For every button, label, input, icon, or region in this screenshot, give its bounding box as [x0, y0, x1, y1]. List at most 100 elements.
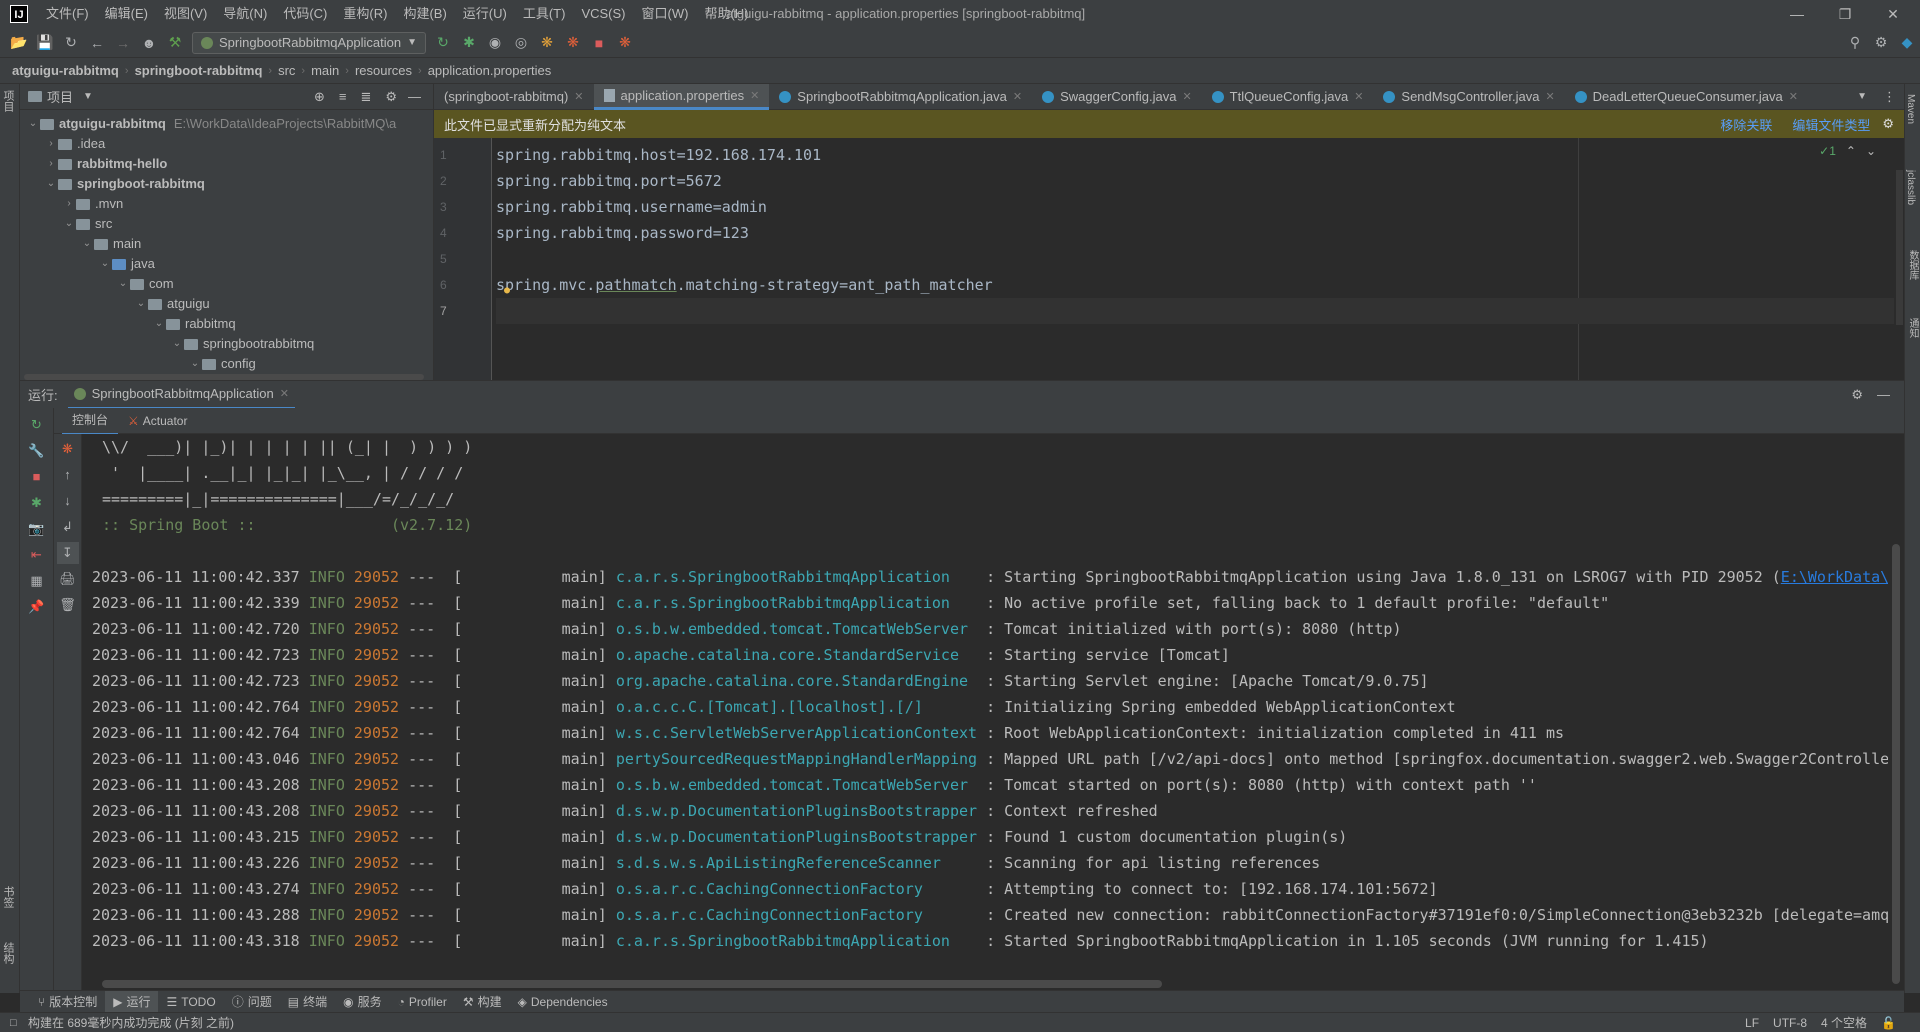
code-line[interactable]: spring.rabbitmq.password=123: [496, 220, 1896, 246]
search-everywhere-icon[interactable]: ⚲: [1844, 32, 1866, 54]
exit-icon[interactable]: ⇤: [26, 544, 48, 566]
menu-item[interactable]: 编辑(E): [97, 0, 156, 28]
chevron-down-icon[interactable]: ⌄: [1866, 144, 1876, 158]
tree-node[interactable]: ⌄ springbootrabbitmq: [20, 334, 433, 354]
project-title[interactable]: 项目: [47, 87, 73, 106]
chevron-right-icon[interactable]: ›: [62, 194, 76, 214]
status-message[interactable]: 构建在 689毫秒内成功完成 (片刻 之前): [10, 1014, 1731, 1031]
hide-panel-icon[interactable]: —: [1877, 387, 1890, 402]
profile-icon[interactable]: ◎: [510, 32, 532, 54]
chevron-down-icon[interactable]: ⌄: [26, 114, 40, 134]
edit-config-wrench-icon[interactable]: 🔧: [26, 440, 48, 462]
close-icon[interactable]: ✕: [280, 387, 289, 400]
console-log-line[interactable]: 2023-06-11 11:00:42.723 INFO 29052 --- […: [82, 668, 1888, 694]
code-line[interactable]: spring.rabbitmq.username=admin: [496, 194, 1896, 220]
tree-node[interactable]: ⌄ springboot-rabbitmq: [20, 174, 433, 194]
console-output[interactable]: \\/ ___)| |_)| | | | | || (_| | ) ) ) ) …: [82, 434, 1888, 982]
code-editor[interactable]: 1 2 3 4 5 6 7 spring.rabbitmq.host=192.168.174…: [434, 138, 1904, 380]
tree-node[interactable]: ⌄ rabbitmq: [20, 314, 433, 334]
tree-node[interactable]: ⌄ com: [20, 274, 433, 294]
strip-project-label[interactable]: 项目: [0, 84, 16, 118]
maximize-button[interactable]: ❐: [1822, 0, 1868, 28]
breadcrumb-item[interactable]: application.properties: [422, 58, 558, 84]
breadcrumb-item[interactable]: springboot-rabbitmq: [129, 58, 269, 84]
close-icon[interactable]: ✕: [1354, 90, 1363, 103]
reload-changes-icon[interactable]: ❋: [562, 32, 584, 54]
bottom-tab[interactable]: ◔ Profiler: [390, 991, 455, 1013]
close-icon[interactable]: ✕: [1182, 90, 1191, 103]
settings-gear-icon[interactable]: ⚙: [1870, 32, 1892, 54]
close-icon[interactable]: ✕: [574, 90, 583, 103]
tree-node[interactable]: ⌄ atguigu-rabbitmq E:\WorkData\IdeaProject…: [20, 114, 433, 134]
locate-icon[interactable]: ⊕: [314, 89, 325, 105]
panel-toggle-icon[interactable]: □: [10, 1017, 17, 1029]
tree-node[interactable]: ⌄ atguigu: [20, 294, 433, 314]
breadcrumb-item[interactable]: resources: [349, 58, 418, 84]
tree-node[interactable]: ⌄ config: [20, 354, 433, 372]
soft-wrap-icon[interactable]: ↲: [57, 516, 79, 538]
log-file-link[interactable]: E:\WorkData\Id: [1781, 568, 1888, 586]
console-log-line[interactable]: 2023-06-11 11:00:43.215 INFO 29052 --- […: [82, 824, 1888, 850]
chevron-down-icon[interactable]: ⌄: [188, 354, 202, 372]
editor-tab[interactable]: SwaggerConfig.java ✕: [1032, 84, 1202, 110]
attach-debugger-icon[interactable]: ❋: [536, 32, 558, 54]
line-separator[interactable]: LF: [1745, 1016, 1759, 1030]
run-configuration-selector[interactable]: SpringbootRabbitmqApplication ▼: [192, 31, 427, 54]
bottom-tab[interactable]: ▤ 终端: [280, 991, 335, 1013]
strip-database-label[interactable]: 数据库: [1905, 244, 1920, 286]
bottom-tab[interactable]: ▶ 运行: [105, 990, 159, 1013]
tab-actuator[interactable]: ⚔ Actuator: [118, 408, 197, 434]
code-area[interactable]: spring.rabbitmq.host=192.168.174.101 spri…: [496, 138, 1896, 324]
console-log-line[interactable]: 2023-06-11 11:00:42.723 INFO 29052 --- […: [82, 642, 1888, 668]
jetbrains-toolbox-icon[interactable]: ◆: [1896, 32, 1918, 54]
strip-structure-label[interactable]: 结构: [0, 936, 16, 970]
bottom-tab[interactable]: ◈ Dependencies: [510, 991, 616, 1013]
scroll-to-end-icon[interactable]: ↧: [56, 542, 79, 564]
expand-all-icon[interactable]: ≡: [339, 89, 347, 104]
menu-item[interactable]: 工具(T): [515, 0, 574, 28]
tree-node[interactable]: ⌄ src: [20, 214, 433, 234]
hide-panel-icon[interactable]: —: [408, 89, 421, 104]
editor-tab[interactable]: SendMsgController.java ✕: [1373, 84, 1564, 110]
console-log-line[interactable]: 2023-06-11 11:00:43.274 INFO 29052 --- […: [82, 876, 1888, 902]
console-log-line[interactable]: 2023-06-11 11:00:42.337 INFO 29052 --- […: [82, 564, 1888, 590]
debug-icon[interactable]: ✱: [458, 32, 480, 54]
arrow-up-icon[interactable]: ↑: [57, 464, 79, 486]
menu-item[interactable]: 文件(F): [38, 0, 97, 28]
tree-node[interactable]: › .idea: [20, 134, 433, 154]
breadcrumb-item[interactable]: atguigu-rabbitmq: [6, 58, 125, 84]
chevron-down-icon[interactable]: ▼: [83, 91, 93, 102]
menu-item[interactable]: 窗口(W): [634, 0, 697, 28]
indent-setting[interactable]: 4 个空格: [1821, 1014, 1867, 1031]
lock-icon[interactable]: 🔓: [1881, 1016, 1896, 1030]
inspection-widget[interactable]: ✓1 ⌃ ⌄: [1819, 144, 1876, 158]
console-log-line[interactable]: 2023-06-11 11:00:43.046 INFO 29052 --- […: [82, 746, 1888, 772]
chevron-right-icon[interactable]: ›: [44, 154, 58, 174]
chevron-down-icon[interactable]: ⌄: [152, 314, 166, 334]
code-line[interactable]: [496, 298, 1896, 324]
close-icon[interactable]: ✕: [1545, 90, 1554, 103]
more-options-icon[interactable]: ⋮: [1875, 89, 1904, 105]
close-window-button[interactable]: ✕: [1870, 0, 1916, 28]
print-icon[interactable]: 🖨: [57, 568, 79, 590]
chevron-down-icon[interactable]: ⌄: [98, 254, 112, 274]
console-h-scrollbar[interactable]: [82, 980, 1888, 990]
tree-node[interactable]: › .mvn: [20, 194, 433, 214]
hot-swap-icon[interactable]: ❋: [614, 32, 636, 54]
editor-tab[interactable]: TtlQueueConfig.java ✕: [1202, 84, 1374, 110]
gear-icon[interactable]: ⚙: [1851, 387, 1863, 403]
chevron-down-icon[interactable]: ⌄: [44, 174, 58, 194]
console-log-line[interactable]: 2023-06-11 11:00:42.339 INFO 29052 --- […: [82, 590, 1888, 616]
editor-v-scrollbar[interactable]: [1894, 138, 1904, 380]
gear-icon[interactable]: ⚙: [1882, 116, 1894, 132]
breadcrumb-item[interactable]: main: [305, 58, 345, 84]
run-config-tab[interactable]: SpringbootRabbitmqApplication ✕: [67, 381, 295, 409]
chevron-right-icon[interactable]: ›: [44, 134, 58, 154]
edit-file-type-link[interactable]: 编辑文件类型: [1792, 115, 1870, 134]
debug-icon[interactable]: ✱: [26, 492, 48, 514]
editor-tab[interactable]: application.properties ✕: [593, 83, 770, 110]
menu-item[interactable]: 导航(N): [215, 0, 275, 28]
editor-tab[interactable]: DeadLetterQueueConsumer.java ✕: [1565, 84, 1808, 110]
collapse-all-icon[interactable]: ≣: [360, 89, 371, 105]
chevron-down-icon[interactable]: ⌄: [134, 294, 148, 314]
